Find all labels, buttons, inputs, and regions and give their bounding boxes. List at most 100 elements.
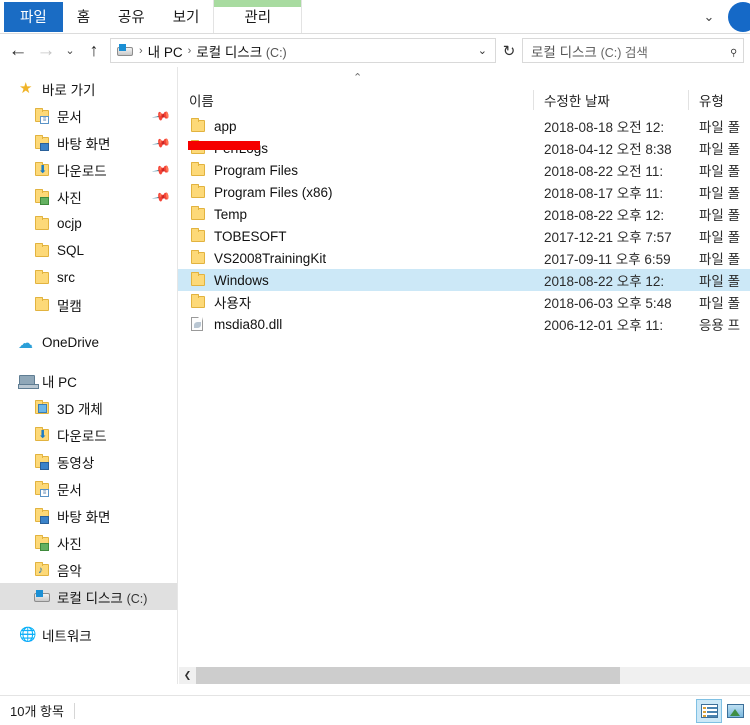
- sidebar-item-network[interactable]: 🌐 네트워크: [0, 621, 177, 648]
- table-row[interactable]: TOBESOFT 2017-12-21 오후 7:57 파일 폴: [178, 225, 750, 247]
- table-row[interactable]: 사용자 2018-06-03 오후 5:48 파일 폴: [178, 291, 750, 313]
- sidebar-item-downloads-pc[interactable]: ⬇ 다운로드: [0, 421, 177, 448]
- sidebar-group-quick-access[interactable]: ★ 바로 가기: [0, 75, 177, 102]
- chevron-down-icon[interactable]: ⌄: [696, 4, 722, 30]
- sidebar-item-src[interactable]: src: [0, 264, 177, 291]
- recent-locations-button[interactable]: ⌄: [60, 37, 80, 65]
- file-name-label: VS2008TrainingKit: [214, 250, 327, 266]
- file-date-cell: 2018-08-17 오후 11:: [544, 186, 664, 201]
- sidebar-item-onedrive[interactable]: ☁ OneDrive: [0, 329, 177, 356]
- pin-icon[interactable]: 📌: [151, 186, 171, 206]
- sidebar-item-pictures-label: 사진: [57, 190, 82, 206]
- tab-home[interactable]: 홈: [63, 0, 104, 33]
- sidebar-item-pictures[interactable]: 사진 📌: [0, 183, 177, 210]
- table-row[interactable]: Temp 2018-08-22 오후 12: 파일 폴: [178, 203, 750, 225]
- redaction-mark: [188, 141, 260, 150]
- tab-manage[interactable]: 관리: [213, 0, 303, 33]
- folder-music-icon: ♪: [33, 561, 51, 578]
- breadcrumb-local-disk[interactable]: 로컬 디스크 (C:): [194, 41, 288, 61]
- tab-view[interactable]: 보기: [159, 0, 214, 33]
- sidebar-item-sql[interactable]: SQL: [0, 237, 177, 264]
- help-icon[interactable]: [728, 2, 750, 32]
- address-dropdown-icon[interactable]: ⌄: [472, 44, 493, 57]
- table-row[interactable]: Program Files 2018-08-22 오전 11: 파일 폴: [178, 159, 750, 181]
- folder-icon: [189, 228, 206, 244]
- pin-icon[interactable]: 📌: [151, 132, 171, 152]
- sidebar-item-desktop[interactable]: 바탕 화면 📌: [0, 129, 177, 156]
- table-row[interactable]: app 2018-08-18 오전 12: 파일 폴: [178, 115, 750, 137]
- table-row[interactable]: Program Files (x86) 2018-08-17 오후 11: 파일…: [178, 181, 750, 203]
- sidebar-item-documents[interactable]: ≡ 문서 📌: [0, 102, 177, 129]
- sidebar-item-music[interactable]: ♪ 음악: [0, 556, 177, 583]
- details-view-button[interactable]: [696, 698, 722, 723]
- pin-icon[interactable]: 📌: [151, 159, 171, 179]
- folder-downloads-icon: ⬇: [33, 161, 51, 178]
- column-header-date[interactable]: 수정한 날짜: [533, 89, 688, 111]
- column-header-name[interactable]: 이름: [178, 89, 533, 111]
- file-date-cell: 2018-08-18 오전 12:: [544, 120, 665, 135]
- table-row[interactable]: PerfLogs 2018-04-12 오전 8:38 파일 폴: [178, 137, 750, 159]
- forward-button[interactable]: →: [32, 37, 60, 65]
- file-type-cell: 파일 폴: [699, 252, 741, 267]
- sidebar-item-desktop-pc[interactable]: 바탕 화면: [0, 502, 177, 529]
- up-button[interactable]: ↑: [80, 37, 108, 65]
- sidebar-item-downloads[interactable]: ⬇ 다운로드 📌: [0, 156, 177, 183]
- table-row[interactable]: VS2008TrainingKit 2017-09-11 오후 6:59 파일 …: [178, 247, 750, 269]
- back-button[interactable]: ←: [4, 37, 32, 65]
- sidebar-item-videos[interactable]: 동영상: [0, 448, 177, 475]
- file-type-cell: 파일 폴: [699, 230, 741, 245]
- file-name-label: Temp: [214, 206, 248, 222]
- breadcrumb-local-disk-letter: (C:): [265, 45, 287, 60]
- file-date-cell: 2017-12-21 오후 7:57: [544, 230, 672, 245]
- scrollbar-track[interactable]: [196, 667, 750, 684]
- refresh-icon: ↻: [502, 42, 516, 60]
- table-row[interactable]: Windows 2018-08-22 오후 12: 파일 폴: [178, 269, 750, 291]
- folder-desktop-icon: [33, 134, 51, 151]
- folder-3dobjects-icon: [33, 399, 51, 416]
- sidebar-item-3d-objects[interactable]: 3D 개체: [0, 394, 177, 421]
- horizontal-scrollbar[interactable]: ❮: [179, 667, 750, 684]
- sidebar-item-mulcam[interactable]: 멀캠: [0, 291, 177, 318]
- file-name-cell: Program Files (x86): [178, 184, 533, 200]
- chevron-down-icon: ⌄: [65, 45, 75, 57]
- sidebar-item-pictures-pc[interactable]: 사진: [0, 529, 177, 556]
- table-row[interactable]: msdia80.dll 2006-12-01 오후 11: 응용 프: [178, 313, 750, 335]
- column-header-type[interactable]: 유형: [688, 89, 750, 111]
- pin-icon[interactable]: 📌: [151, 105, 171, 125]
- folder-icon: [33, 242, 51, 259]
- cloud-icon: ☁: [18, 334, 33, 352]
- file-list-pane[interactable]: ⌃ 이름 수정한 날짜 유형 app 2018-08-18 오전 12: 파일 …: [178, 67, 750, 684]
- sidebar-item-src-label: src: [57, 270, 75, 285]
- search-input[interactable]: 로컬 디스크 (C:) 검색 ⌕: [522, 38, 744, 63]
- scroll-left-arrow-icon[interactable]: ❮: [179, 667, 196, 684]
- file-type-cell: 파일 폴: [699, 142, 741, 157]
- large-icons-view-icon: [726, 703, 744, 718]
- drive-icon: [33, 589, 51, 605]
- file-name-cell: TOBESOFT: [178, 228, 533, 244]
- sidebar-item-ocjp-label: ocjp: [57, 216, 82, 231]
- scrollbar-thumb[interactable]: [196, 667, 620, 684]
- tab-file[interactable]: 파일: [4, 1, 63, 32]
- sidebar-item-local-disk-c-letter: (C:): [126, 591, 148, 606]
- tab-share[interactable]: 공유: [104, 0, 159, 33]
- tab-share-label: 공유: [118, 10, 145, 26]
- file-date-cell: 2018-06-03 오후 5:48: [544, 296, 672, 311]
- column-header-type-label: 유형: [699, 93, 724, 109]
- search-placeholder-dim: (C:) 검색: [600, 45, 648, 60]
- navigation-pane[interactable]: ★ 바로 가기 ≡ 문서 📌 바탕 화면 📌 ⬇ 다운로드 📌 사진 📌 ocj…: [0, 67, 178, 684]
- folder-icon: [189, 250, 206, 266]
- breadcrumb-mypc[interactable]: 내 PC: [146, 41, 185, 61]
- tab-home-label: 홈: [76, 10, 91, 26]
- forward-arrow-icon: →: [36, 39, 56, 61]
- sidebar-item-sql-label: SQL: [57, 243, 85, 258]
- sidebar-item-ocjp[interactable]: ocjp: [0, 210, 177, 237]
- sidebar-item-local-disk-c[interactable]: 로컬 디스크 (C:): [0, 583, 177, 610]
- sidebar-group-this-pc[interactable]: 내 PC: [0, 367, 177, 394]
- refresh-button[interactable]: ↻: [496, 37, 522, 65]
- large-icons-view-button[interactable]: [722, 699, 748, 723]
- sidebar-item-3d-objects-label: 3D 개체: [57, 401, 103, 417]
- column-header-row: 이름 수정한 날짜 유형: [178, 85, 750, 115]
- address-bar[interactable]: › 내 PC › 로컬 디스크 (C:) ⌄: [110, 38, 496, 63]
- file-name-label: Program Files (x86): [214, 184, 333, 200]
- sidebar-item-documents-pc[interactable]: ≡ 문서: [0, 475, 177, 502]
